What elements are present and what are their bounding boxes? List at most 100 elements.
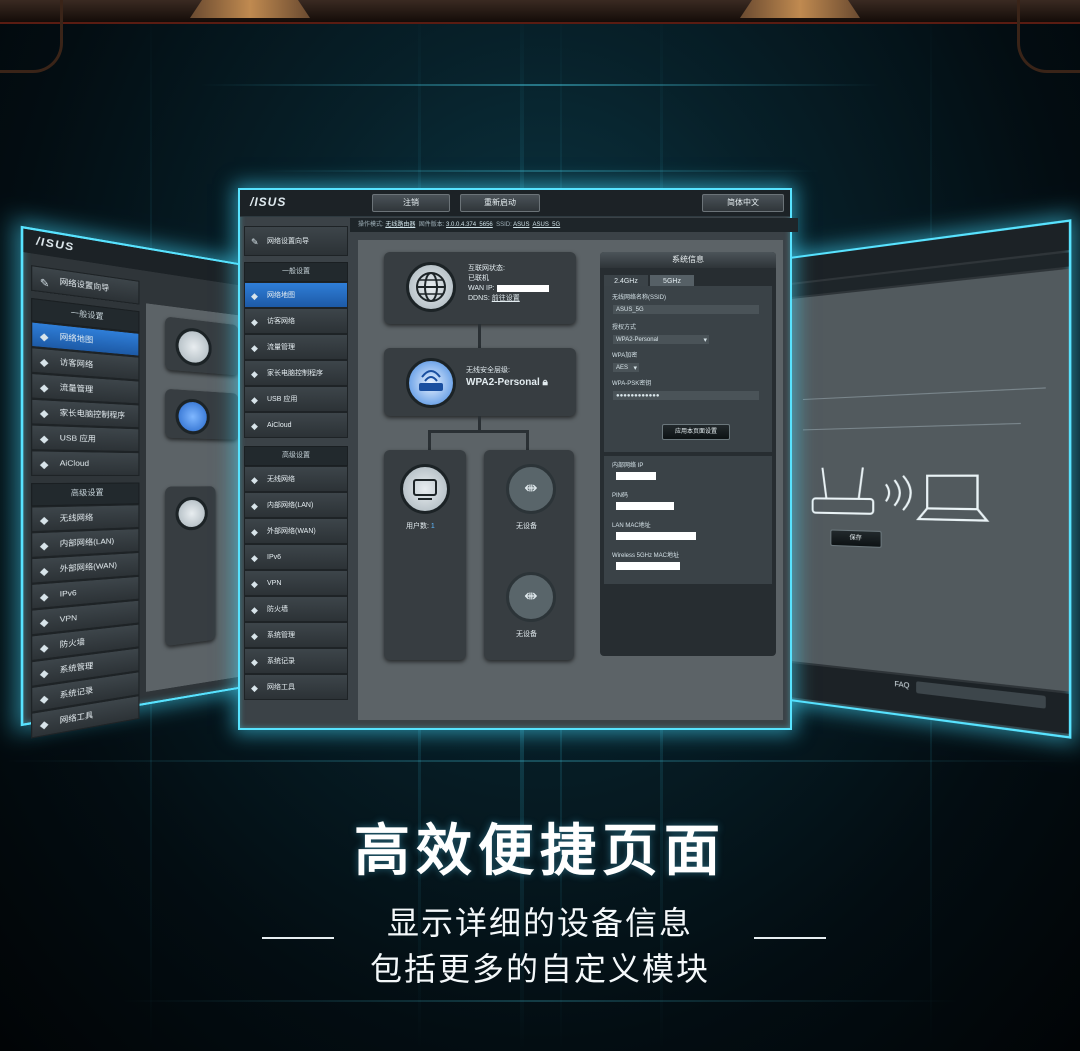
ddns-link[interactable]: 前往设置 xyxy=(492,295,520,302)
traffic-manager-icon: ◆ xyxy=(251,343,258,353)
usb-app-icon: ◆ xyxy=(251,395,258,405)
auth-select[interactable]: WPA2-Personal ▾ xyxy=(612,334,710,345)
wan-icon: ◆ xyxy=(251,527,258,537)
sidebar-item-tools[interactable]: ◆ 网络工具 xyxy=(244,674,348,700)
sidebar-item-parental-control[interactable]: ◆ 家长电脑控制程序 xyxy=(244,360,348,386)
internet-status-value: 已联机 xyxy=(468,275,489,282)
psk-input[interactable]: ●●●●●●●●●●●● xyxy=(612,390,760,401)
right-router-window: 保存 FAQ xyxy=(782,219,1072,739)
sidebar-item-wireless[interactable]: ◆ 无线网络 xyxy=(244,466,348,492)
monitor-icon xyxy=(175,496,208,531)
wpa-encryption-select[interactable]: AES ▾ xyxy=(612,362,640,373)
ssid-24-link[interactable]: ASUS xyxy=(513,222,529,228)
menu-icon: ◆ xyxy=(39,590,49,603)
menu-icon: ◆ xyxy=(39,539,49,552)
quick-setup-button[interactable]: ✎ 网络设置向导 xyxy=(244,226,348,256)
save-button[interactable]: 保存 xyxy=(830,529,882,548)
usb-icon: ⇼ xyxy=(506,464,556,514)
menu-icon: ◆ xyxy=(39,692,49,706)
sidebar-item-guest-network[interactable]: ◆ 访客网络 xyxy=(244,308,348,334)
wan-ip-value xyxy=(496,284,549,292)
internet-card[interactable] xyxy=(165,316,239,376)
language-select[interactable]: 简体中文 xyxy=(702,194,784,212)
sidebar-item-vpn[interactable]: ◆ VPN xyxy=(244,570,348,596)
security-label: 无线安全层级: xyxy=(466,367,510,374)
sidebar-item-wan[interactable]: ◆ 外部网络(WAN) xyxy=(244,518,348,544)
wand-icon: ✎ xyxy=(39,276,50,290)
clients-card[interactable] xyxy=(165,486,216,647)
mode-link[interactable]: 无线路由器 xyxy=(385,222,415,228)
internet-status-card[interactable]: 互联网状态: 已联机 WAN IP: DDNS: 前往设置 xyxy=(384,252,576,324)
sidebar-item-ipv6[interactable]: ◆ IPv6 xyxy=(244,544,348,570)
sidebar-item-admin[interactable]: ◆ 系统管理 xyxy=(244,622,348,648)
usb-card[interactable]: ⇼ 无设备 ⇼ 无设备 xyxy=(484,450,574,660)
usb-slot-1-status: 无设备 xyxy=(516,523,537,530)
sidebar-item-log[interactable]: ◆ 系统记录 xyxy=(244,648,348,674)
menu-icon: ◆ xyxy=(39,667,49,680)
left-sidebar-item[interactable]: ◆ USB 应用 xyxy=(30,424,140,453)
lan-ip-label: 内部网络 IP xyxy=(612,463,644,469)
sidebar-item-traffic-manager[interactable]: ◆ 流量管理 xyxy=(244,334,348,360)
guest-network-icon: ◆ xyxy=(251,317,258,327)
wan-ip-label: WAN IP: xyxy=(468,285,495,292)
menu-icon: ◆ xyxy=(39,407,49,420)
lock-icon: 🔒︎ xyxy=(542,377,548,388)
lan-mac-label: LAN MAC地址 xyxy=(612,523,651,529)
aicloud-icon: ◆ xyxy=(251,421,258,431)
menu-icon: ◆ xyxy=(39,458,49,471)
left-sidebar-item[interactable]: ◆ 家长电脑控制程序 xyxy=(30,398,140,429)
reboot-button[interactable]: 重新启动 xyxy=(460,194,540,212)
logout-button[interactable]: 注销 xyxy=(372,194,450,212)
sidebar-item-network-map[interactable]: ◆ 网络地图 xyxy=(244,282,348,308)
vpn-icon: ◆ xyxy=(251,579,258,589)
router-icon xyxy=(175,397,210,435)
wireless-security-card[interactable]: 无线安全层级: WPA2-Personal 🔒︎ xyxy=(384,348,576,416)
lan-ip-value xyxy=(616,472,656,480)
menu-icon: ◆ xyxy=(39,356,49,369)
quick-setup-button[interactable]: ✎ 网络设置向导 xyxy=(30,265,140,305)
asus-logo: /ISUS xyxy=(250,195,287,209)
chevron-down-icon: ▾ xyxy=(703,337,707,344)
sidebar-item-firewall[interactable]: ◆ 防火墙 xyxy=(244,596,348,622)
headline: 高效便捷页面 xyxy=(354,819,726,884)
menu-icon: ◆ xyxy=(39,432,49,445)
admin-icon: ◆ xyxy=(251,631,258,641)
clients-count[interactable]: 1 xyxy=(431,523,435,530)
left-sidebar-item[interactable]: ◆ AiCloud xyxy=(30,450,140,476)
clients-label: 用户数: xyxy=(406,523,429,530)
menu-icon: ◆ xyxy=(39,514,49,527)
firmware-link[interactable]: 3.0.0.4.374_5656 xyxy=(446,222,493,228)
sidebar-item-usb-app[interactable]: ◆ USB 应用 xyxy=(244,386,348,412)
tools-icon: ◆ xyxy=(251,683,258,693)
status-infobar: 操作模式: 无线路由器 固件版本: 3.0.0.4.374_5656 SSID:… xyxy=(350,218,798,232)
ipv6-icon: ◆ xyxy=(251,553,258,563)
subtitle-line-1: 显示详细的设备信息 xyxy=(386,904,693,942)
menu-icon: ◆ xyxy=(39,565,49,578)
lan-mac-value xyxy=(616,532,696,540)
wireless-mac-value xyxy=(616,562,680,570)
parental-control-icon: ◆ xyxy=(251,369,258,379)
security-card[interactable] xyxy=(165,388,239,440)
auth-label: 授权方式 xyxy=(612,325,637,331)
ssid-5g-link[interactable]: ASUS_5G xyxy=(532,222,560,228)
clients-card[interactable]: 用户数: 1 xyxy=(384,450,466,660)
router-icon xyxy=(406,358,456,408)
globe-icon xyxy=(406,262,456,312)
apply-button[interactable]: 应用本页面设置 xyxy=(662,424,730,440)
wireless-icon: ◆ xyxy=(251,475,258,485)
left-router-window: /ISUS ✎ 网络设置向导 一般设置 ◆ 网络地图 ◆ 访客网络 ◆ 流量管理 ◆ 家长电脑控… xyxy=(20,225,244,739)
sidebar-item-aicloud[interactable]: ◆ AiCloud xyxy=(244,412,348,438)
log-icon: ◆ xyxy=(251,657,258,667)
faq-label: FAQ xyxy=(894,680,910,691)
menu-icon: ◆ xyxy=(39,718,49,732)
lan-icon: ◆ xyxy=(251,501,258,511)
ssid-label: 无线网络名称(SSID) xyxy=(612,295,667,301)
sidebar-item-lan[interactable]: ◆ 内部网络(LAN) xyxy=(244,492,348,518)
divider-left xyxy=(262,937,334,939)
top-bar: /ISUS 注销 重新启动 简体中文 xyxy=(240,190,790,217)
system-info-panel: 系统信息 2.4GHz 5GHz 无线网络名称(SSID) ASUS_5G 授权方… xyxy=(600,252,776,656)
wand-icon: ✎ xyxy=(251,237,259,247)
usb-slot-2-status: 无设备 xyxy=(516,631,537,638)
ssid-input[interactable]: ASUS_5G xyxy=(612,304,760,315)
sidebar: ✎ 网络设置向导 一般设置 ◆ 网络地图 ◆ 访客网络 ◆ 流量管理 ◆ 家长电脑控制程序 ◆ US… xyxy=(244,226,348,700)
